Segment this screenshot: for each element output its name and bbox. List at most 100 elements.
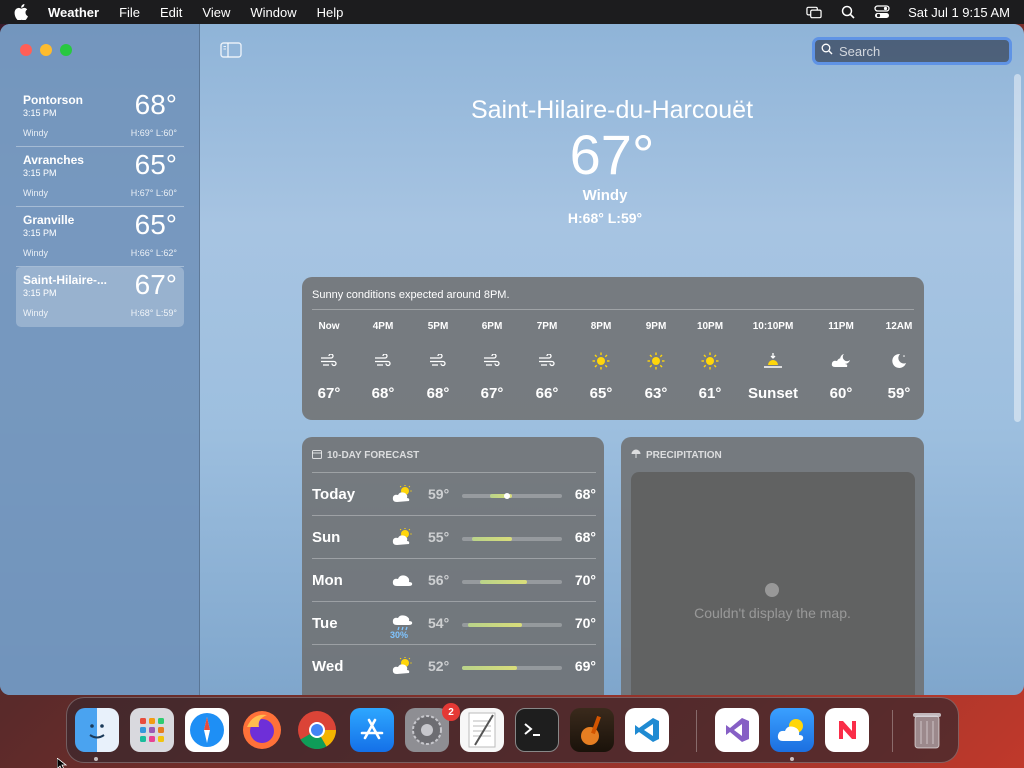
sidebar-toggle-icon[interactable] — [220, 42, 242, 58]
hour-column: 7PM 66° — [520, 321, 574, 402]
current-high-low: H:68° L:59° — [567, 210, 643, 226]
textedit-icon[interactable] — [460, 708, 504, 752]
low-temp: 52° — [428, 658, 450, 674]
precipitation-panel[interactable]: PRECIPITATION Couldn't display the map. — [621, 437, 924, 695]
city-item-pontorson[interactable]: Pontorson 3:15 PM Windy 68° H:69° L:60° — [16, 87, 184, 147]
apple-menu-icon[interactable] — [14, 4, 30, 20]
city-temp: 67° — [134, 269, 177, 300]
menubar-clock[interactable]: Sat Jul 1 9:15 AM — [908, 5, 1010, 20]
forecast-day-row[interactable]: Wed 52° 69° — [312, 644, 596, 687]
city-high-low: H:66° L:62° — [130, 248, 177, 258]
city-time: 3:15 PM — [23, 288, 57, 298]
temp-range-fill — [480, 580, 527, 584]
sun-icon — [574, 349, 628, 373]
city-time: 3:15 PM — [23, 168, 57, 178]
menu-edit[interactable]: Edit — [160, 5, 182, 20]
temp-range-fill — [472, 537, 512, 541]
chrome-icon[interactable] — [295, 708, 339, 752]
menu-bar: Weather File Edit View Window Help Sat J… — [0, 0, 1024, 24]
precipitation-title: PRECIPITATION — [646, 450, 722, 461]
sunset-icon — [746, 349, 800, 373]
city-high-low: H:67° L:60° — [130, 188, 177, 198]
forecast-day-row[interactable]: Today 59° 68° — [312, 472, 596, 515]
search-field[interactable] — [812, 37, 1012, 65]
current-temp: 67° — [569, 123, 655, 186]
hour-column: 8PM 65° — [574, 321, 628, 402]
menu-window[interactable]: Window — [250, 5, 296, 20]
terminal-icon[interactable] — [515, 708, 559, 752]
current-weather: Saint-Hilaire-du-Harcouët 67° Windy H:68… — [300, 96, 924, 226]
partly-sunny-icon — [392, 526, 414, 548]
launchpad-icon[interactable] — [130, 708, 174, 752]
search-input[interactable] — [839, 43, 999, 59]
city-item-saint-hilaire[interactable]: Saint-Hilaire-... 3:15 PM Windy 67° H:68… — [16, 267, 184, 327]
forecast-day-row[interactable]: Sun 55° 68° — [312, 515, 596, 558]
hour-label: 10PM — [696, 321, 724, 332]
hour-label: 8PM — [590, 321, 612, 332]
garageband-icon[interactable] — [570, 708, 614, 752]
high-temp: 70° — [574, 615, 596, 631]
calendar-icon — [312, 449, 322, 462]
visual-studio-icon[interactable] — [715, 708, 759, 752]
low-temp: 56° — [428, 572, 450, 588]
trash-icon[interactable] — [905, 708, 949, 752]
city-name: Saint-Hilaire-... — [23, 273, 108, 287]
day-name: Today — [312, 486, 356, 503]
forecast-day-row[interactable]: Mon 56° 70° — [312, 558, 596, 601]
city-condition: Windy — [23, 128, 49, 138]
moon-icon — [872, 349, 926, 373]
hour-label: 4PM — [372, 321, 394, 332]
hourly-summary: Sunny conditions expected around 8PM. — [312, 289, 510, 301]
divider — [312, 309, 914, 310]
hour-label: 6PM — [481, 321, 503, 332]
news-icon[interactable] — [825, 708, 869, 752]
hour-temp: 67° — [317, 385, 341, 402]
zoom-button[interactable] — [60, 44, 72, 56]
firefox-icon[interactable] — [240, 708, 284, 752]
city-time: 3:15 PM — [23, 228, 57, 238]
city-high-low: H:68° L:59° — [130, 308, 177, 318]
hour-label: 5PM — [427, 321, 449, 332]
city-temp: 65° — [134, 209, 177, 240]
high-temp: 68° — [574, 529, 596, 545]
scrollbar[interactable] — [1014, 74, 1021, 422]
spotlight-search-icon[interactable] — [840, 5, 856, 19]
menu-help[interactable]: Help — [317, 5, 344, 20]
forecast-day-row[interactable]: Tue 30% 54° 70° — [312, 601, 596, 644]
weather-window: Pontorson 3:15 PM Windy 68° H:69° L:60° … — [0, 24, 1024, 695]
hour-column: 4PM 68° — [356, 321, 410, 402]
close-button[interactable] — [20, 44, 32, 56]
city-item-granville[interactable]: Granville 3:15 PM Windy 65° H:66° L:62° — [16, 207, 184, 267]
hour-column: 11PM 60° — [814, 321, 868, 402]
dock-separator — [892, 710, 893, 752]
sun-icon — [683, 349, 737, 373]
ten-day-forecast[interactable]: 10-DAY FORECAST Today 59° 68° Sun 55° 68° Mon 5… — [302, 437, 604, 695]
high-temp: 68° — [574, 486, 596, 502]
umbrella-icon — [631, 449, 641, 462]
hour-column: 5PM 68° — [411, 321, 465, 402]
hour-label: 11PM — [828, 321, 854, 332]
city-name: Pontorson — [23, 93, 83, 107]
minimize-button[interactable] — [40, 44, 52, 56]
wind-icon — [411, 349, 465, 373]
sun-icon — [629, 349, 683, 373]
vscode-icon[interactable] — [625, 708, 669, 752]
mouse-cursor-icon — [56, 757, 68, 768]
menu-app-name[interactable]: Weather — [48, 5, 99, 20]
sidebar: Pontorson 3:15 PM Windy 68° H:69° L:60° … — [0, 24, 200, 695]
app-store-icon[interactable] — [350, 708, 394, 752]
menu-view[interactable]: View — [202, 5, 230, 20]
safari-icon[interactable] — [185, 708, 229, 752]
weather-app-icon[interactable] — [770, 708, 814, 752]
screen-mirroring-icon[interactable] — [806, 5, 822, 19]
city-item-avranches[interactable]: Avranches 3:15 PM Windy 65° H:67° L:60° — [16, 147, 184, 207]
hour-column: 10PM 61° — [683, 321, 737, 402]
hourly-forecast[interactable]: Sunny conditions expected around 8PM. No… — [302, 277, 924, 420]
city-condition: Windy — [23, 308, 49, 318]
menu-file[interactable]: File — [119, 5, 140, 20]
hour-label: 12AM — [885, 321, 913, 332]
finder-icon[interactable] — [75, 708, 119, 752]
control-center-icon[interactable] — [874, 5, 890, 19]
hour-temp: 65° — [589, 385, 613, 402]
hour-column: 10:10PM Sunset — [746, 321, 800, 402]
